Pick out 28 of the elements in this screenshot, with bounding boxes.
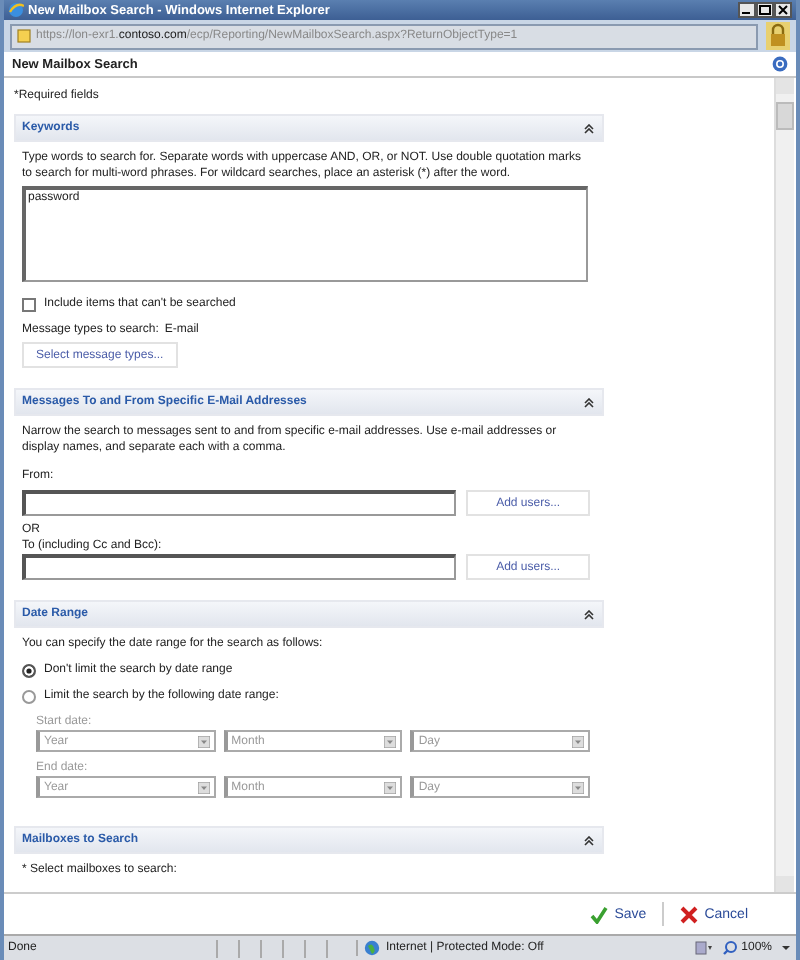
to-field[interactable]	[22, 554, 457, 580]
globe-icon	[364, 940, 380, 956]
dropdown-arrow-icon	[197, 781, 210, 793]
minimize-button[interactable]	[738, 2, 756, 18]
page-icon	[16, 28, 32, 44]
checkmark-icon	[590, 905, 609, 923]
scrollbar[interactable]	[774, 78, 794, 892]
collapse-icon[interactable]	[584, 123, 594, 133]
dropdown-arrow-icon	[197, 735, 210, 747]
maximize-button[interactable]	[756, 2, 774, 18]
collapse-icon[interactable]	[584, 609, 594, 619]
dropdown-arrow-icon	[572, 735, 585, 747]
radio-button[interactable]	[22, 689, 36, 703]
radio-button[interactable]	[22, 663, 36, 677]
caret-icon[interactable]	[780, 940, 792, 956]
from-field[interactable]	[22, 490, 457, 516]
dropdown-arrow-icon	[384, 781, 397, 793]
collapse-icon[interactable]	[584, 835, 594, 845]
magnifier-icon	[721, 940, 738, 956]
dropdown-arrow-icon	[572, 781, 585, 793]
dropdown-arrow-icon	[384, 735, 397, 747]
help-icon[interactable]	[772, 56, 788, 72]
collapse-icon[interactable]	[584, 397, 594, 407]
checkbox[interactable]	[22, 297, 36, 311]
settings-icon[interactable]	[693, 940, 714, 956]
close-icon	[680, 905, 699, 923]
browser-icon	[8, 2, 24, 18]
close-button[interactable]	[774, 2, 792, 18]
